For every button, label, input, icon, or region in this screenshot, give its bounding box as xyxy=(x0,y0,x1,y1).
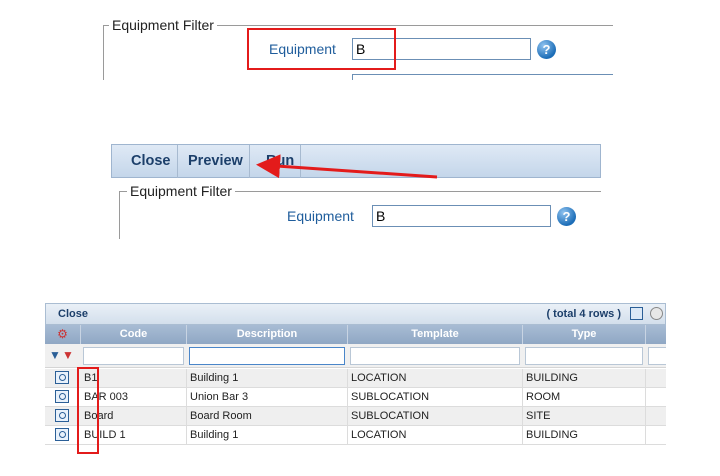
cell-description: Building 1 xyxy=(187,369,348,387)
results-grid: Close ( total 4 rows ) ⚙ Code Descriptio… xyxy=(45,303,666,456)
table-row[interactable]: BUILD 1 Building 1 LOCATION BUILDING xyxy=(45,426,666,445)
col-header-type[interactable]: Type xyxy=(523,325,646,344)
row-count-label: ( total 4 rows ) xyxy=(546,308,621,320)
table-row[interactable]: B1 Building 1 LOCATION BUILDING xyxy=(45,369,666,388)
filter-input-code[interactable] xyxy=(83,347,184,365)
table-row[interactable]: Board Board Room SUBLOCATION SITE xyxy=(45,407,666,426)
view-record-icon[interactable] xyxy=(55,409,69,422)
grid-header: ⚙ Code Description Template Type xyxy=(45,325,666,344)
filter-input-type[interactable] xyxy=(525,347,643,365)
cell-type: ROOM xyxy=(523,388,646,406)
cell-template: SUBLOCATION xyxy=(348,407,523,425)
col-header-template[interactable]: Template xyxy=(348,325,523,344)
view-record-icon[interactable] xyxy=(55,428,69,441)
cell-description: Union Bar 3 xyxy=(187,388,348,406)
view-record-icon[interactable] xyxy=(55,371,69,384)
cell-description: Board Room xyxy=(187,407,348,425)
grid-close-button[interactable]: Close xyxy=(58,304,88,325)
grid-header-icon-cell: ⚙ xyxy=(45,325,81,344)
view-record-icon[interactable] xyxy=(55,390,69,403)
cell-type: BUILDING xyxy=(523,369,646,387)
cell-template: SUBLOCATION xyxy=(348,388,523,406)
settings-icon[interactable] xyxy=(650,307,663,320)
filter-icon[interactable]: ▼ xyxy=(49,348,61,362)
filter-input-extra[interactable] xyxy=(648,347,666,365)
col-header-description[interactable]: Description xyxy=(187,325,348,344)
grid-filter-row: ▼ ▼ xyxy=(45,344,666,368)
table-row[interactable]: BAR 003 Union Bar 3 SUBLOCATION ROOM xyxy=(45,388,666,407)
clear-filter-icon[interactable]: ▼ xyxy=(62,348,74,362)
cell-type: SITE xyxy=(523,407,646,425)
grid-toolbar: Close ( total 4 rows ) xyxy=(45,303,666,325)
code-highlight-box xyxy=(77,367,99,454)
filter-input-description[interactable] xyxy=(189,347,345,365)
col-header-code[interactable]: Code xyxy=(81,325,187,344)
cell-template: LOCATION xyxy=(348,369,523,387)
cell-type: BUILDING xyxy=(523,426,646,444)
cell-template: LOCATION xyxy=(348,426,523,444)
clear-filter-icon[interactable]: ⚙ xyxy=(57,327,68,341)
export-icon[interactable] xyxy=(630,307,643,320)
filter-input-template[interactable] xyxy=(350,347,520,365)
cell-description: Building 1 xyxy=(187,426,348,444)
